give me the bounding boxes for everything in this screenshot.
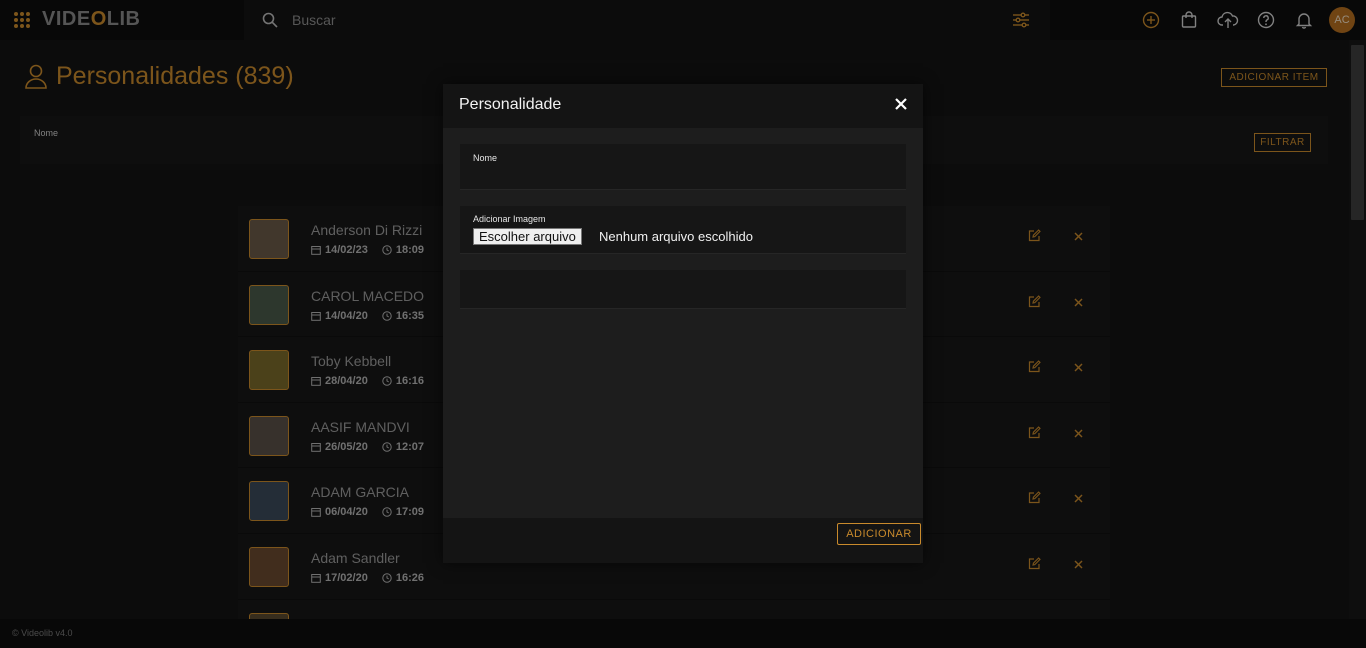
image-upload-field: Adicionar Imagem Escolher arquivo Nenhum… [460, 206, 906, 254]
modal-body: Nome Adicionar Imagem Escolher arquivo N… [443, 128, 923, 518]
empty-field[interactable] [460, 270, 906, 309]
name-field[interactable]: Nome [460, 144, 906, 190]
modal-title: Personalidade [459, 96, 562, 113]
submit-add-button[interactable]: ADICIONAR [837, 523, 921, 545]
file-status-text: Nenhum arquivo escolhido [599, 229, 753, 244]
personality-modal: Personalidade Nome Adicionar Imagem Esco… [443, 84, 923, 563]
close-icon[interactable] [894, 97, 908, 116]
modal-footer: ADICIONAR [443, 518, 923, 563]
name-field-label: Nome [473, 153, 498, 163]
image-field-label: Adicionar Imagem [473, 214, 546, 224]
modal-header: Personalidade [443, 84, 923, 128]
app-root: VIDEOLIB AC Personalida [0, 0, 1366, 648]
choose-file-button[interactable]: Escolher arquivo [473, 228, 582, 245]
